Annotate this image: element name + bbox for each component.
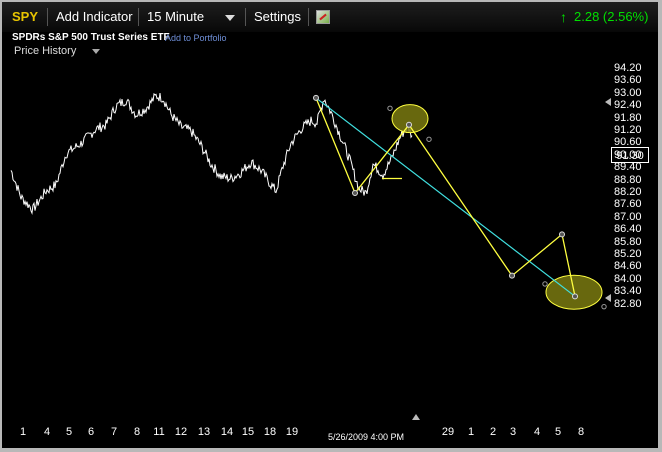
- scroll-marker-icon[interactable]: [605, 98, 611, 106]
- pattern-point: [509, 272, 515, 279]
- y-tick-label: 92.40: [614, 99, 642, 112]
- y-tick-label: 88.20: [614, 186, 642, 198]
- x-tick-label: 1: [467, 426, 475, 438]
- add-indicator-button[interactable]: Add Indicator: [56, 9, 133, 24]
- toolbar-divider: [47, 8, 48, 26]
- panel-title[interactable]: Price History: [14, 45, 76, 57]
- y-tick-label: 94.20: [614, 62, 642, 74]
- x-tick-label: 5: [65, 426, 73, 438]
- toolbar-divider: [308, 8, 309, 26]
- trendline: [315, 97, 576, 297]
- y-tick-label: 87.00: [614, 210, 642, 223]
- current-price-marker: 91.30: [611, 147, 649, 163]
- y-tick-label: 88.80: [614, 173, 642, 186]
- x-tick-label: 4: [43, 426, 51, 438]
- x-tick-label: 1: [19, 426, 27, 438]
- y-tick-label: 85.80: [614, 235, 642, 248]
- marker-point: [542, 281, 548, 287]
- y-tick-label: 91.20: [614, 124, 642, 136]
- chart-window: SPY Add Indicator 15 Minute Settings ↑ 2…: [2, 2, 658, 448]
- marker-point: [426, 136, 432, 142]
- interval-select[interactable]: 15 Minute: [147, 9, 204, 24]
- date-label: 5/26/2009 4:00 PM: [328, 432, 405, 442]
- pattern-point: [559, 231, 565, 238]
- add-to-portfolio-link[interactable]: Add to Portfolio: [165, 33, 227, 43]
- y-tick-label: 93.60: [614, 74, 642, 87]
- x-tick-label: 2: [489, 426, 497, 438]
- x-tick-label: 6: [87, 426, 95, 438]
- marker-point: [387, 105, 393, 111]
- highlight-circle: [391, 104, 429, 134]
- y-tick-label: 85.20: [614, 248, 642, 260]
- price-change: 2.28 (2.56%): [574, 9, 649, 24]
- y-tick-label: 86.40: [614, 223, 642, 236]
- y-tick-label: 83.40: [614, 285, 642, 298]
- pattern-point: [406, 121, 412, 128]
- marker-point: [601, 303, 607, 310]
- x-tick-label: 8: [133, 426, 141, 438]
- y-tick-label: 87.60: [614, 198, 642, 211]
- toolbar-divider: [245, 8, 246, 26]
- x-tick-label: 29: [441, 426, 455, 438]
- toolbar: SPY Add Indicator 15 Minute Settings ↑ 2…: [2, 2, 658, 32]
- y-tick-label: 82.80: [614, 297, 642, 310]
- x-tick-label: 13: [197, 426, 211, 438]
- settings-button[interactable]: Settings: [254, 9, 301, 24]
- x-tick-label: 4: [533, 426, 541, 438]
- scroll-marker-icon[interactable]: [605, 294, 611, 302]
- pattern-point: [313, 94, 319, 101]
- x-tick-label: 3: [509, 426, 517, 438]
- chevron-down-icon[interactable]: [225, 15, 235, 21]
- y-tick-label: 84.60: [614, 260, 642, 273]
- up-arrow-icon: ↑: [560, 9, 567, 25]
- x-tick-label: 11: [153, 426, 165, 438]
- chart-type-icon[interactable]: [316, 10, 330, 24]
- x-tick-label: 18: [263, 426, 277, 438]
- y-tick-label: 91.80: [614, 111, 642, 124]
- y-tick-label: 93.00: [614, 86, 642, 99]
- x-tick-label: 8: [577, 426, 585, 438]
- x-tick-label: 5: [554, 426, 562, 438]
- x-tick-label: 7: [110, 426, 118, 438]
- symbol-button[interactable]: SPY: [12, 9, 38, 24]
- x-tick-label: 19: [285, 426, 299, 438]
- pattern-point: [572, 293, 578, 300]
- price-chart[interactable]: [2, 58, 658, 448]
- chevron-down-icon[interactable]: [92, 49, 100, 54]
- y-tick-label: 84.00: [614, 272, 642, 285]
- toolbar-divider: [138, 8, 139, 26]
- x-tick-label: 14: [220, 426, 234, 438]
- security-name: SPDRs S&P 500 Trust Series ETF: [12, 32, 170, 43]
- x-tick-label: 12: [174, 426, 188, 438]
- time-marker-icon[interactable]: [412, 414, 420, 420]
- price-series: [10, 92, 413, 215]
- pattern-point: [352, 190, 358, 196]
- x-tick-label: 15: [241, 426, 255, 438]
